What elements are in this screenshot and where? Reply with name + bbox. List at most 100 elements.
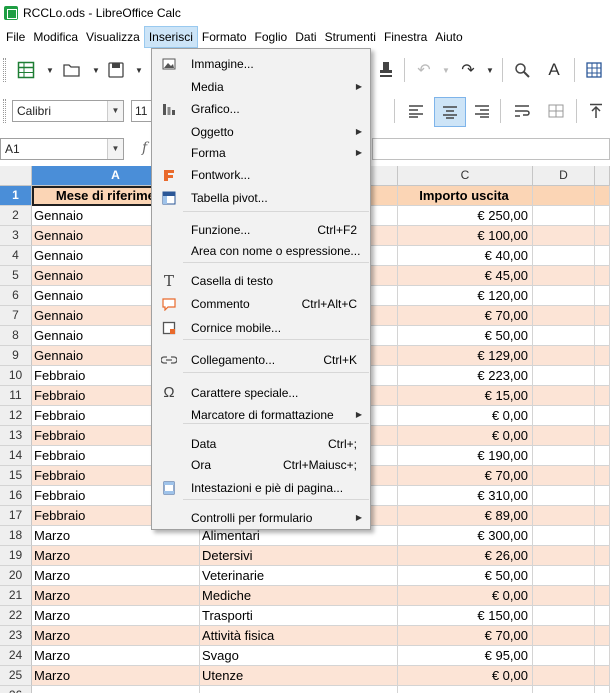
- spelling-icon[interactable]: A: [542, 58, 566, 82]
- insert-menu-item[interactable]: Intestazioni e piè di pagina...: [152, 477, 370, 499]
- cell-d[interactable]: [533, 646, 595, 666]
- cell-a[interactable]: [32, 686, 200, 693]
- cell-d[interactable]: [533, 626, 595, 646]
- cell-c[interactable]: € 0,00: [398, 406, 533, 426]
- cell-d[interactable]: [533, 606, 595, 626]
- cell-e[interactable]: [595, 566, 610, 586]
- row-header[interactable]: 23: [0, 626, 32, 646]
- select-all-corner[interactable]: [0, 166, 32, 186]
- cell-c[interactable]: € 95,00: [398, 646, 533, 666]
- cell-d[interactable]: [533, 206, 595, 226]
- cell-e[interactable]: [595, 526, 610, 546]
- row-header[interactable]: 5: [0, 266, 32, 286]
- clone-formatting-icon[interactable]: [374, 58, 398, 82]
- insert-menu-item[interactable]: Tabella pivot...: [152, 187, 370, 209]
- cell-d[interactable]: [533, 306, 595, 326]
- cell-e[interactable]: [595, 586, 610, 606]
- row-header[interactable]: 15: [0, 466, 32, 486]
- cell-a[interactable]: Marzo: [32, 666, 200, 686]
- cell-c[interactable]: € 45,00: [398, 266, 533, 286]
- cell-c[interactable]: € 70,00: [398, 466, 533, 486]
- cell-c[interactable]: € 50,00: [398, 566, 533, 586]
- menu-strumenti[interactable]: Strumenti: [321, 26, 380, 48]
- insert-menu-item[interactable]: Collegamento... Ctrl+K: [152, 349, 370, 371]
- cell-c[interactable]: [398, 686, 533, 693]
- insert-menu-item[interactable]: Grafico...: [152, 98, 370, 120]
- row-header[interactable]: 12: [0, 406, 32, 426]
- toolbar-grip[interactable]: [3, 58, 6, 82]
- cell-e[interactable]: [595, 366, 610, 386]
- insert-menu-item[interactable]: Forma ▶: [152, 142, 370, 164]
- insert-menu-item[interactable]: Area con nome o espressione...: [152, 240, 370, 262]
- cell-c[interactable]: € 50,00: [398, 326, 533, 346]
- column-header-e[interactable]: [595, 166, 610, 186]
- insert-menu-item[interactable]: Immagine...: [152, 53, 370, 75]
- insert-menu-item[interactable]: Oggetto ▶: [152, 121, 370, 143]
- row-header[interactable]: 1: [0, 186, 32, 206]
- align-right-icon[interactable]: [470, 99, 494, 123]
- chevron-down-icon[interactable]: ▼: [127, 58, 151, 82]
- insert-menu-item[interactable]: T Casella di testo: [152, 270, 370, 292]
- cell-b[interactable]: Mediche: [200, 586, 398, 606]
- menu-visualizza[interactable]: Visualizza: [82, 26, 144, 48]
- chevron-down-icon[interactable]: ▼: [38, 58, 62, 82]
- row-header[interactable]: 26: [0, 686, 32, 693]
- cell-c[interactable]: € 89,00: [398, 506, 533, 526]
- cell-b[interactable]: [200, 686, 398, 693]
- cell-a[interactable]: Marzo: [32, 626, 200, 646]
- cell-d[interactable]: [533, 406, 595, 426]
- row-header[interactable]: 22: [0, 606, 32, 626]
- cell-d[interactable]: [533, 546, 595, 566]
- cell-d[interactable]: [533, 506, 595, 526]
- cell-a[interactable]: Marzo: [32, 606, 200, 626]
- cell-d[interactable]: [533, 426, 595, 446]
- cell-d[interactable]: [533, 666, 595, 686]
- find-replace-icon[interactable]: [510, 58, 534, 82]
- row-header[interactable]: 13: [0, 426, 32, 446]
- cell-e[interactable]: [595, 326, 610, 346]
- cell-e[interactable]: [595, 506, 610, 526]
- menu-modifica[interactable]: Modifica: [29, 26, 82, 48]
- open-folder-icon[interactable]: [60, 58, 84, 82]
- save-icon[interactable]: [104, 58, 128, 82]
- cell-c[interactable]: € 70,00: [398, 626, 533, 646]
- cell-e[interactable]: [595, 626, 610, 646]
- formula-input[interactable]: [372, 138, 610, 160]
- cell-b[interactable]: Svago: [200, 646, 398, 666]
- row-icon[interactable]: [582, 58, 606, 82]
- cell-d[interactable]: [533, 586, 595, 606]
- row-header[interactable]: 10: [0, 366, 32, 386]
- align-top-icon[interactable]: [584, 99, 608, 123]
- cell-b[interactable]: Detersivi: [200, 546, 398, 566]
- cell-d[interactable]: [533, 566, 595, 586]
- cell-e[interactable]: [595, 606, 610, 626]
- column-header-c[interactable]: C: [398, 166, 533, 186]
- cell-c[interactable]: € 300,00: [398, 526, 533, 546]
- cell-b[interactable]: Veterinarie: [200, 566, 398, 586]
- cell-e[interactable]: [595, 346, 610, 366]
- cell-c[interactable]: € 310,00: [398, 486, 533, 506]
- cell-e[interactable]: [595, 206, 610, 226]
- cell-e[interactable]: [595, 426, 610, 446]
- cell-d[interactable]: [533, 346, 595, 366]
- cell-e[interactable]: [595, 266, 610, 286]
- cell-b[interactable]: Attività fisica: [200, 626, 398, 646]
- cell-e[interactable]: [595, 286, 610, 306]
- cell-e[interactable]: [595, 546, 610, 566]
- row-header[interactable]: 8: [0, 326, 32, 346]
- cell-c[interactable]: € 190,00: [398, 446, 533, 466]
- cell-c[interactable]: € 223,00: [398, 366, 533, 386]
- cell-d[interactable]: [533, 326, 595, 346]
- cell-c[interactable]: € 40,00: [398, 246, 533, 266]
- cell-c[interactable]: € 15,00: [398, 386, 533, 406]
- insert-menu-item[interactable]: Ω Carattere speciale...: [152, 382, 370, 404]
- cell-e[interactable]: [595, 486, 610, 506]
- cell-e[interactable]: [595, 446, 610, 466]
- cell-a[interactable]: Marzo: [32, 586, 200, 606]
- cell-d[interactable]: [533, 366, 595, 386]
- row-header[interactable]: 20: [0, 566, 32, 586]
- insert-menu-item[interactable]: Cornice mobile...: [152, 317, 370, 339]
- row-header[interactable]: 14: [0, 446, 32, 466]
- name-box[interactable]: A1 ▼: [0, 138, 124, 160]
- new-spreadsheet-icon[interactable]: [14, 58, 38, 82]
